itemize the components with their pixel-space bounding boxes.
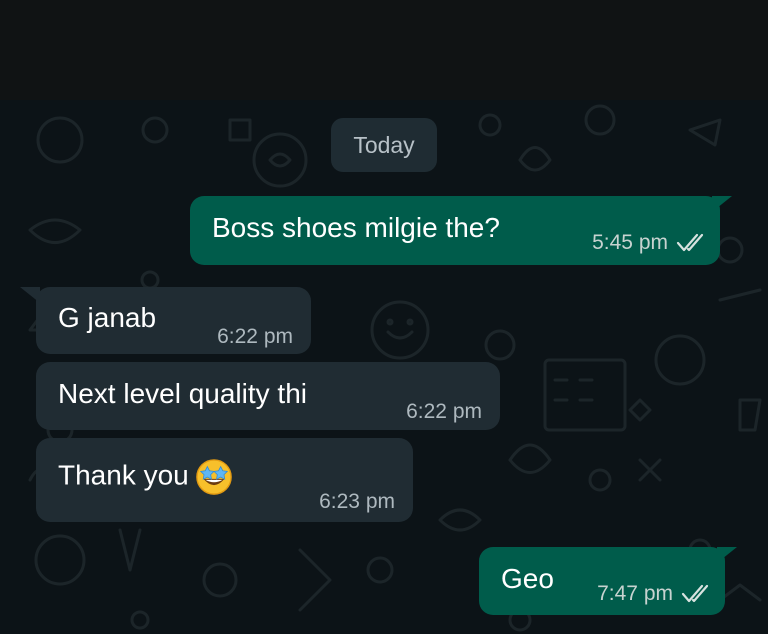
outgoing-bubble-tail	[717, 547, 737, 563]
outgoing-message-bubble[interactable]: Boss shoes milgie the? 5:45 pm	[190, 196, 720, 265]
incoming-message-bubble[interactable]: Next level quality thi 6:22 pm	[36, 362, 500, 430]
message-time: 6:22 pm	[406, 400, 482, 423]
message-meta: 7:47 pm	[597, 582, 713, 606]
message-time: 6:23 pm	[319, 490, 395, 513]
incoming-bubble-tail	[20, 287, 40, 303]
message-meta: 6:23 pm	[319, 490, 395, 514]
message-text: Thank you	[58, 458, 233, 496]
read-double-tick-icon	[681, 584, 713, 604]
message-text: Next level quality thi	[58, 378, 308, 409]
incoming-message-bubble[interactable]: Thank you 6:23 pm	[36, 438, 413, 522]
message-time: 6:22 pm	[217, 325, 293, 348]
star-struck-emoji-icon	[195, 459, 232, 495]
message-time: 7:47 pm	[597, 582, 673, 605]
date-separator-chip: Today	[331, 118, 437, 172]
message-text-content: Thank you	[58, 459, 189, 491]
message-time: 5:45 pm	[592, 231, 668, 254]
message-text: Boss shoes milgie the?	[212, 212, 500, 243]
outgoing-message-bubble[interactable]: Geo 7:47 pm	[479, 547, 725, 615]
message-text: Geo	[501, 563, 554, 594]
message-meta: 6:22 pm	[217, 325, 293, 349]
top-bar	[0, 0, 768, 100]
read-double-tick-icon	[676, 233, 708, 253]
outgoing-bubble-tail	[712, 196, 732, 212]
message-meta: 5:45 pm	[592, 231, 708, 255]
incoming-message-bubble[interactable]: G janab 6:22 pm	[36, 287, 311, 354]
message-text: G janab	[58, 302, 157, 333]
message-meta: 6:22 pm	[406, 400, 482, 424]
